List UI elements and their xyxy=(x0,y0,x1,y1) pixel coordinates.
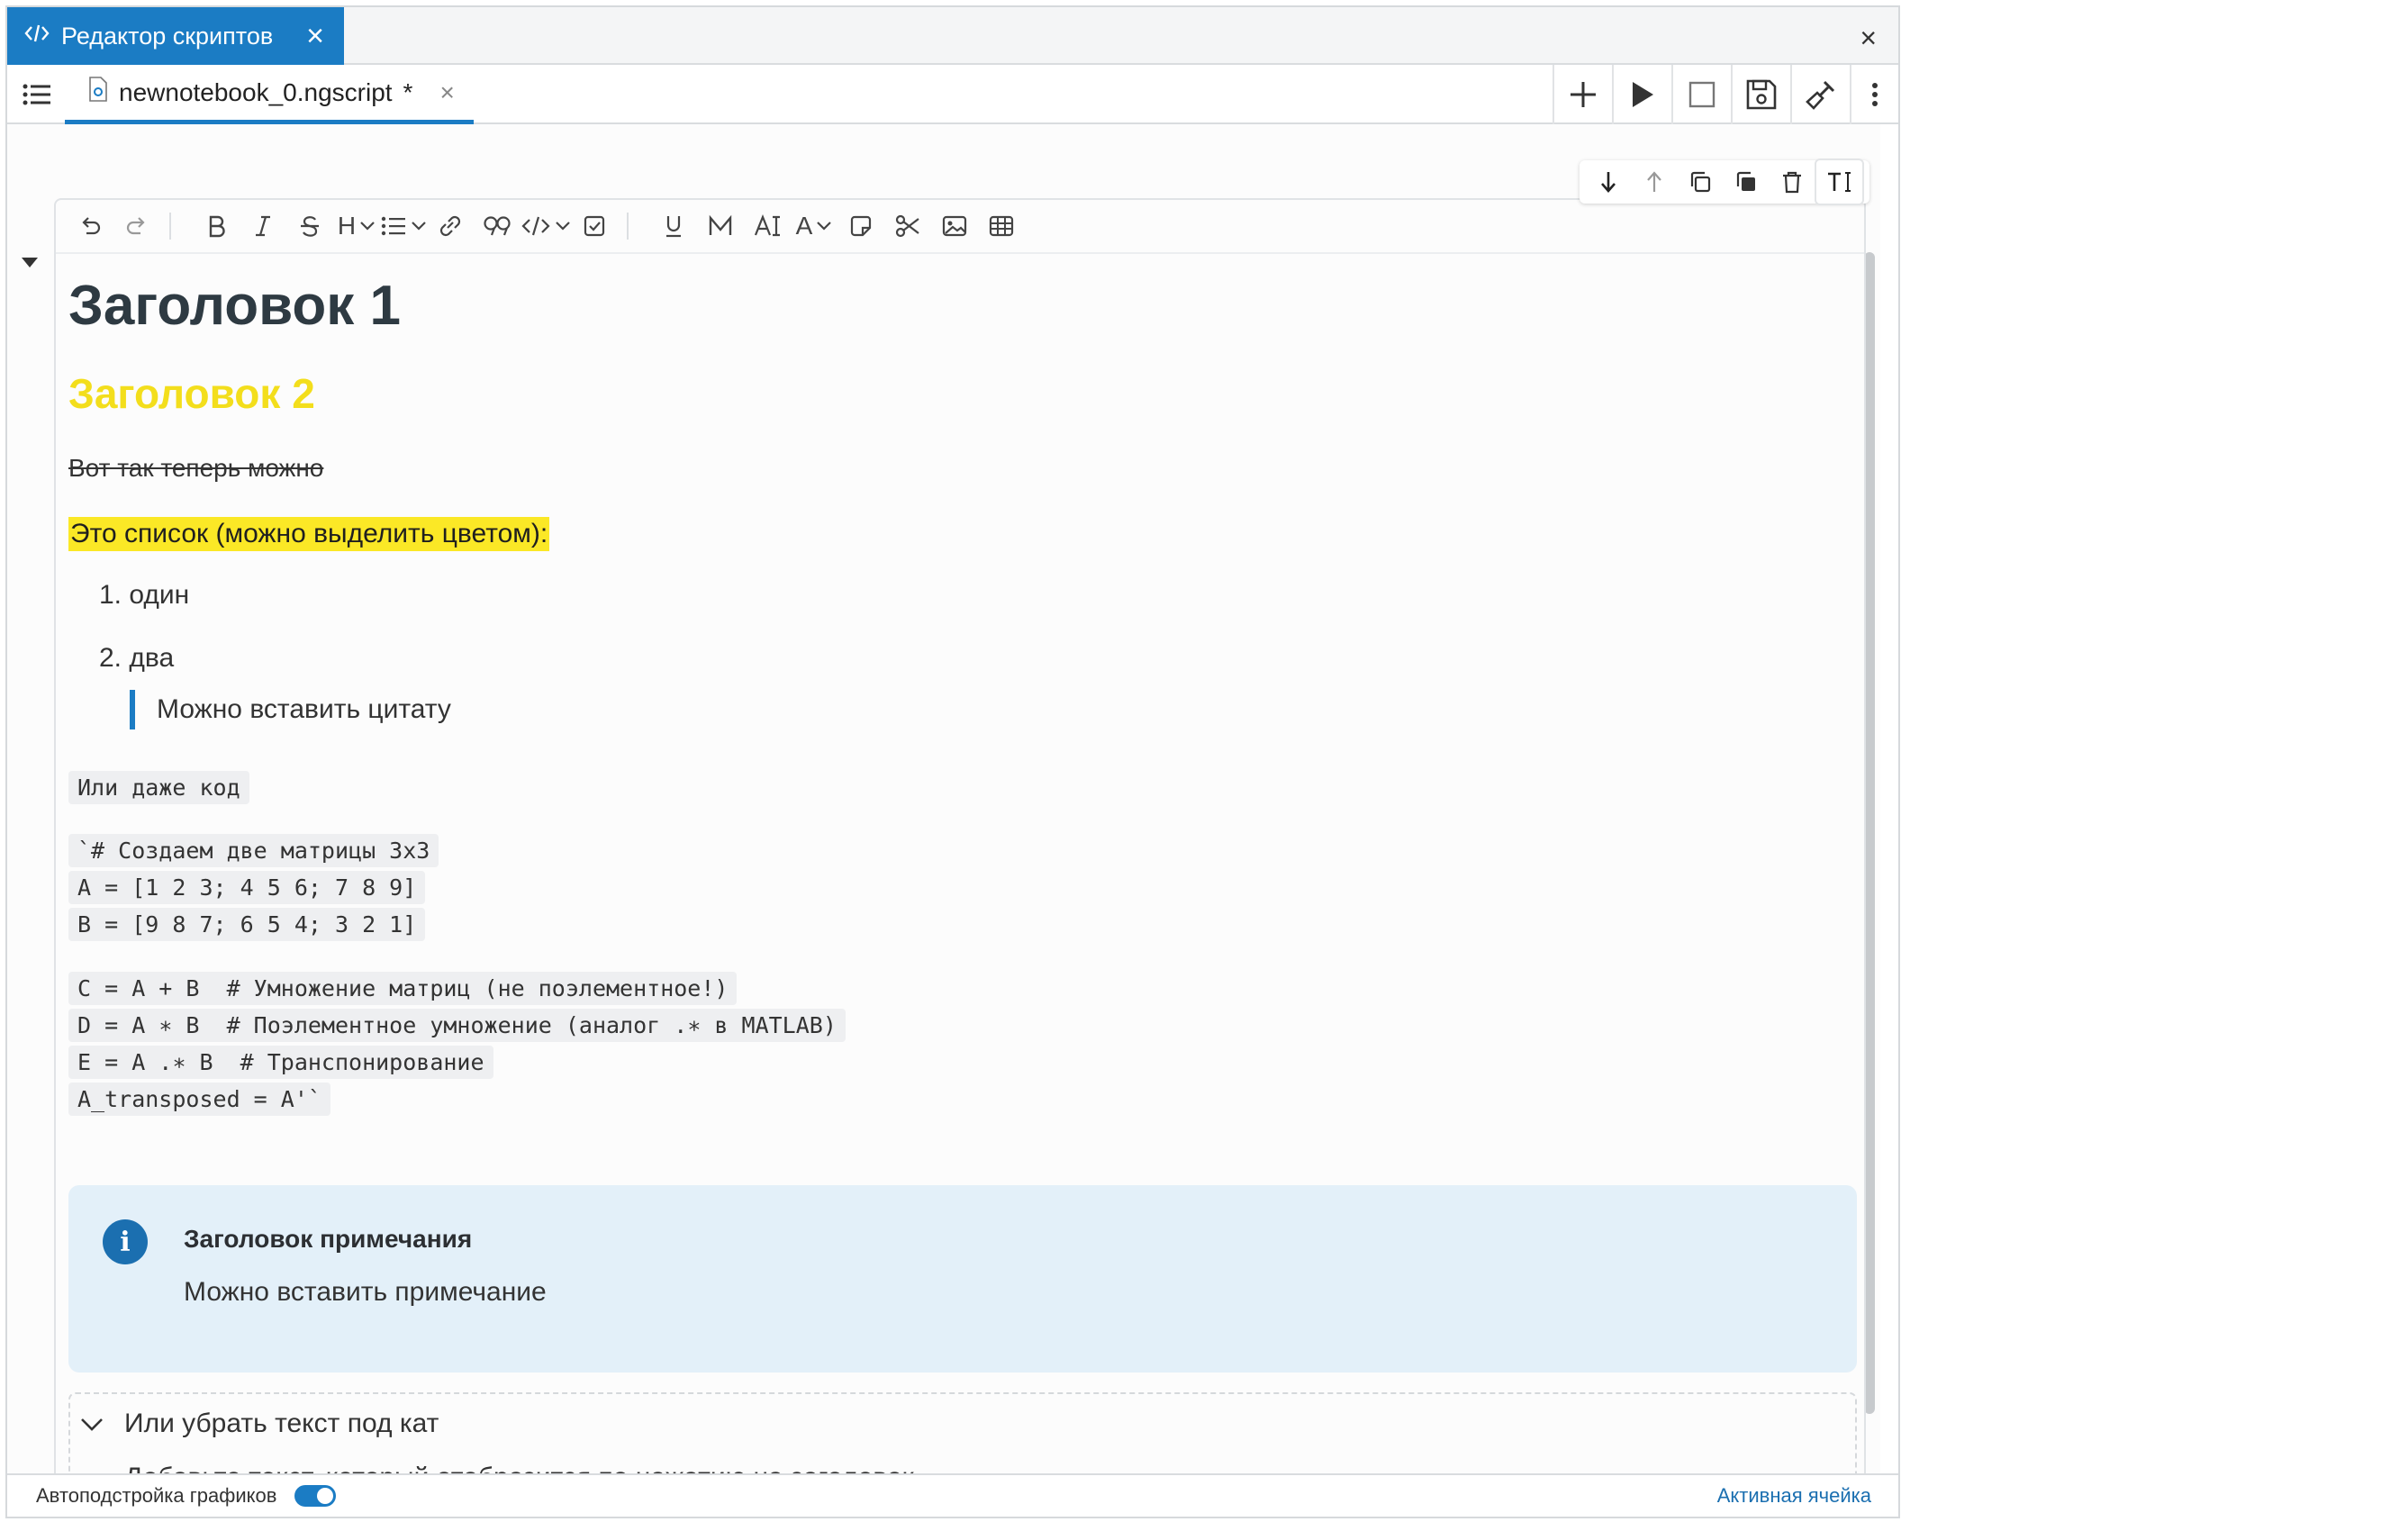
note-text: Можно вставить примечание xyxy=(184,1277,547,1307)
more-menu-icon[interactable] xyxy=(1850,65,1898,124)
code-line: D = A ∗ B # Поэлементное умножение (анал… xyxy=(68,1009,846,1042)
underline-icon[interactable] xyxy=(650,208,697,244)
close-icon[interactable]: × xyxy=(306,21,324,51)
toolbar-divider xyxy=(169,213,184,240)
note-icon[interactable] xyxy=(837,208,884,244)
heading-glyph: H xyxy=(337,212,357,240)
stop-button[interactable] xyxy=(1671,65,1731,124)
image-icon[interactable] xyxy=(931,208,978,244)
italic-icon[interactable] xyxy=(240,208,286,244)
code-line: A = [1 2 3; 4 5 6; 7 8 9] xyxy=(68,871,426,904)
highlighted-text: Это список (можно выделить цветом): xyxy=(68,517,550,551)
list-item: 2. два xyxy=(99,643,175,673)
outline-list-icon[interactable] xyxy=(20,77,54,112)
heading-icon[interactable]: H xyxy=(333,208,380,244)
text-cell-icon[interactable] xyxy=(1815,159,1864,205)
run-button[interactable] xyxy=(1612,65,1671,124)
code-line: `# Создаем две матрицы 3x3 xyxy=(68,834,439,867)
active-cell-link[interactable]: Активная ячейка xyxy=(1717,1484,1871,1508)
font-color-glyph: A xyxy=(795,212,813,240)
checkbox-icon[interactable] xyxy=(571,208,618,244)
file-actions xyxy=(1553,65,1898,124)
list-icon[interactable] xyxy=(380,208,427,244)
code-format-icon[interactable] xyxy=(521,208,571,244)
collapsible-section: Или убрать текст под кат Добавьте текст,… xyxy=(68,1392,1857,1477)
bold-icon[interactable] xyxy=(193,208,240,244)
quote-icon[interactable] xyxy=(474,208,521,244)
blockquote: Можно вставить цитату xyxy=(130,690,451,729)
modified-indicator: * xyxy=(403,77,413,106)
font-color-icon[interactable]: A xyxy=(791,208,837,244)
autoplot-toggle[interactable] xyxy=(294,1485,337,1507)
note-title: Заголовок примечания xyxy=(184,1225,473,1253)
link-icon[interactable] xyxy=(427,208,474,244)
collapse-cell-icon[interactable] xyxy=(22,258,38,267)
tab-label: Редактор скриптов xyxy=(61,22,274,50)
strikethrough-icon[interactable] xyxy=(286,208,333,244)
code-line: B = [9 8 7; 6 5 4; 3 2 1] xyxy=(68,908,426,941)
math-icon[interactable] xyxy=(697,208,744,244)
toolbar-divider xyxy=(627,213,641,240)
delete-icon[interactable] xyxy=(1769,160,1815,204)
table-icon[interactable] xyxy=(978,208,1025,244)
copy-icon[interactable] xyxy=(1723,160,1769,204)
tab-script-editor[interactable]: Редактор скриптов × xyxy=(7,7,344,65)
file-name: newnotebook_0.ngscript xyxy=(119,77,393,106)
code-line: A_transposed = A'` xyxy=(68,1083,330,1116)
add-cell-button[interactable] xyxy=(1553,65,1612,124)
text-size-icon[interactable] xyxy=(744,208,791,244)
move-up-icon[interactable] xyxy=(1631,160,1677,204)
collapsible-title[interactable]: Или убрать текст под кат xyxy=(124,1409,439,1439)
save-button[interactable] xyxy=(1731,65,1790,124)
text-cell[interactable]: H A Заголовок 1 Заголовок 2 Вот так тепе… xyxy=(54,198,1866,1477)
list-item: 1. один xyxy=(99,580,190,610)
file-tab-bar: newnotebook_0.ngscript * × xyxy=(7,65,1898,124)
notebook-content: H A Заголовок 1 Заголовок 2 Вот так тепе… xyxy=(7,124,1880,1477)
autoplot-label: Автоподстройка графиков xyxy=(36,1484,277,1507)
tab-file[interactable]: newnotebook_0.ngscript * × xyxy=(65,65,474,124)
redo-icon[interactable] xyxy=(113,208,160,244)
clear-brush-button[interactable] xyxy=(1790,65,1850,124)
duplicate-icon[interactable] xyxy=(1677,160,1723,204)
scissors-icon[interactable] xyxy=(884,208,931,244)
strikethrough-text: Вот так теперь можно xyxy=(68,454,324,482)
cell-actions-toolbar xyxy=(1580,159,1869,205)
note-callout: i Заголовок примечания Можно вставить пр… xyxy=(68,1185,1857,1373)
inline-code: Или даже код xyxy=(68,771,249,804)
chevron-down-icon[interactable] xyxy=(77,1410,106,1439)
code-line: E = A .∗ B # Транспонирование xyxy=(68,1046,493,1079)
code-icon xyxy=(23,23,50,50)
rich-text-toolbar: H A xyxy=(56,200,1864,254)
script-editor-window: Редактор скриптов × × newnotebook_0.ngsc… xyxy=(5,5,1900,1518)
window-tab-bar: Редактор скриптов × × xyxy=(7,7,1898,65)
heading-2: Заголовок 2 xyxy=(68,370,315,417)
info-icon: i xyxy=(103,1219,148,1264)
status-bar: Автоподстройка графиков Активная ячейка xyxy=(7,1473,1898,1517)
code-line: C = A + B # Умножение матриц (не поэлеме… xyxy=(68,972,738,1005)
window-close-icon[interactable]: × xyxy=(1860,22,1877,55)
close-file-icon[interactable]: × xyxy=(439,78,454,107)
undo-icon[interactable] xyxy=(67,208,113,244)
heading-1: Заголовок 1 xyxy=(68,275,402,337)
file-icon xyxy=(88,77,108,108)
move-down-icon[interactable] xyxy=(1585,160,1631,204)
